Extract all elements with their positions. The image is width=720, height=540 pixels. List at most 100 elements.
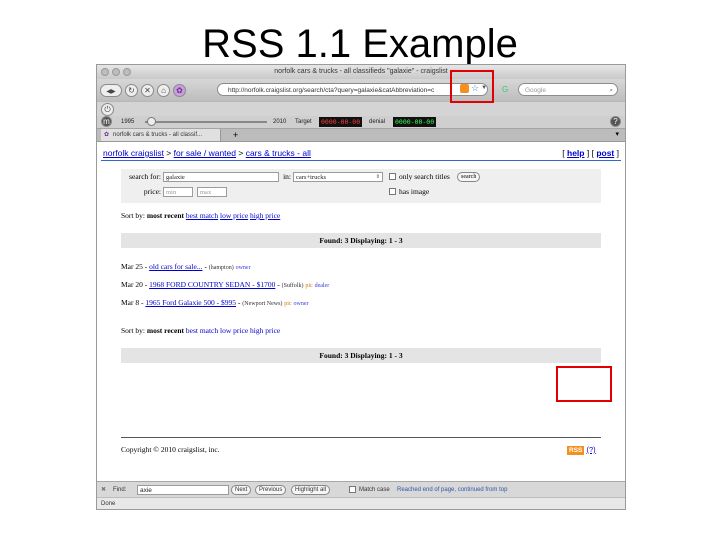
listing-location: (hampton) [208,265,234,271]
listing-location: (Suffolk) [281,283,304,289]
only-titles-checkbox[interactable] [389,173,396,180]
home-icon: ⌂ [161,85,166,95]
rss-feed-button[interactable]: RSS [567,446,585,455]
listing-pic-tag: pic [305,283,313,289]
sort-high-price[interactable]: high price [250,326,280,335]
help-link[interactable]: help [567,148,584,158]
crumb-category[interactable]: cars & trucks - all [246,148,311,158]
breadcrumb: norfolk craigslist > for sale / wanted >… [103,148,311,158]
addon-button[interactable]: ✿ [173,83,186,97]
close-window-button[interactable] [101,68,109,76]
listing-kind: owner [293,301,309,307]
year-slider-track[interactable] [145,121,267,123]
search-input[interactable]: Google ⌕ [518,83,618,96]
magnifier-icon: ⌕ [609,87,613,94]
min-price-input[interactable]: min [163,187,193,197]
find-next-button[interactable]: Next [231,485,252,495]
highlight-all-button[interactable]: Highlight all [291,485,331,495]
sort-best-match[interactable]: best match [186,326,218,335]
sort-best-match[interactable]: best match [186,211,218,220]
listing-title-link[interactable]: 1965 Ford Galaxie 500 - $995 [145,298,236,307]
max-price-input[interactable]: max [197,187,227,197]
listing-row: Mar 8 - 1965 Ford Galaxie 500 - $995 - (… [121,298,309,307]
year-start: 1995 [121,119,135,125]
highlight-rss-footer [556,366,612,402]
window-title: norfolk cars & trucks - all classifieds … [274,68,448,75]
url-text: http://norfolk.craigslist.org/search/cta… [228,87,435,94]
page-content: norfolk craigslist > for sale / wanted >… [97,144,625,480]
power-button[interactable]: ⏻ [101,103,114,116]
status-text: Done [101,501,116,507]
target-display: 0000-00-00 [319,117,363,127]
listing-kind: dealer [314,283,330,289]
year-end: 2010 [273,119,287,125]
sort-high-price[interactable]: high price [250,211,280,220]
home-button[interactable]: ⌂ [157,83,170,97]
query-input[interactable]: galaxie [163,172,279,182]
search-for-label: search for: [129,172,161,181]
find-bar: ✖ Find: axie Next Previous Highlight all… [97,481,625,498]
match-case-label: Match case [359,487,390,493]
listing-pic-tag: pic [284,301,292,307]
sort-low-price[interactable]: low price [220,211,248,220]
find-input[interactable]: axie [137,485,229,495]
crumb-site[interactable]: norfolk craigslist [103,148,164,158]
sort-most-recent[interactable]: most recent [147,211,184,220]
sort-low-price[interactable]: low price [220,326,248,335]
google-engine-icon[interactable]: G [502,83,516,96]
addon-icon: ✿ [176,85,183,95]
select-arrows-icon: ⇳ [375,175,380,180]
listing-kind: owner [235,265,251,271]
listing-location: (Newport News) [242,301,283,307]
crumb-separator: > [163,148,174,158]
find-status: Reached end of page, continued from top [397,487,508,493]
back-forward-button[interactable]: ◀▶ [100,83,122,97]
stop-button[interactable]: ✕ [141,83,154,97]
match-case-checkbox[interactable] [349,486,356,493]
denial-display: 0000-00-00 [393,117,437,127]
find-close-icon[interactable]: ✖ [101,482,106,498]
tab-active[interactable]: ✿ norfolk cars & trucks - all classif... [101,129,221,141]
search-button[interactable]: search [457,172,481,182]
tab-bar: ✿ norfolk cars & trucks - all classif...… [97,128,625,142]
minimize-window-button[interactable] [112,68,120,76]
secondary-toolbar: ⏻ [97,101,625,116]
category-value: cars+trucks [296,174,327,181]
results-count-bar: Found: 3 Displaying: 1 - 3 [121,233,601,248]
new-tab-button[interactable]: + [233,129,238,141]
price-label: price: [143,187,161,196]
window-controls [101,68,131,76]
has-image-checkbox[interactable] [389,188,396,195]
addons-button[interactable]: m [101,116,112,127]
window-titlebar: norfolk cars & trucks - all classifieds … [97,65,625,79]
stop-icon: ✕ [144,85,151,95]
sort-most-recent[interactable]: most recent [147,326,184,335]
results-count-bar-bottom: Found: 3 Displaying: 1 - 3 [121,348,601,363]
crumb-section[interactable]: for sale / wanted [174,148,236,158]
listing-title-link[interactable]: 1968 FORD COUNTRY SEDAN - $1700 [149,280,275,289]
sort-options-bottom: Sort by: most recent best match low pric… [121,326,280,335]
sort-label: Sort by: [121,211,145,220]
listing-title-link[interactable]: old cars for sale... [149,262,202,271]
sort-options: Sort by: most recent best match low pric… [121,211,280,220]
tab-list-button[interactable]: ▾ [615,129,619,141]
url-field[interactable]: http://norfolk.craigslist.org/search/cta… [217,83,488,96]
slide-title: RSS 1.1 Example [202,22,518,66]
rss-help-link[interactable]: (?) [586,445,595,454]
find-previous-button[interactable]: Previous [255,485,287,495]
post-link[interactable]: post [596,148,614,158]
help-button[interactable]: ? [610,116,621,127]
listing-row: Mar 25 - old cars for sale... - (hampton… [121,262,251,271]
status-bar: Done [97,497,625,509]
listing-date: Mar 25 [121,262,143,271]
category-select[interactable]: cars+trucks ⇳ [293,172,383,182]
reload-button[interactable]: ↻ [125,83,138,97]
highlight-rss-urlbar [450,70,494,103]
only-titles-label: only search titles [399,172,450,181]
tab-favicon: ✿ [104,132,110,138]
zoom-window-button[interactable] [123,68,131,76]
find-label: Find: [113,487,127,493]
denial-label: denial [369,119,386,125]
find-value: axie [140,487,152,494]
year-slider-handle[interactable] [147,117,156,126]
